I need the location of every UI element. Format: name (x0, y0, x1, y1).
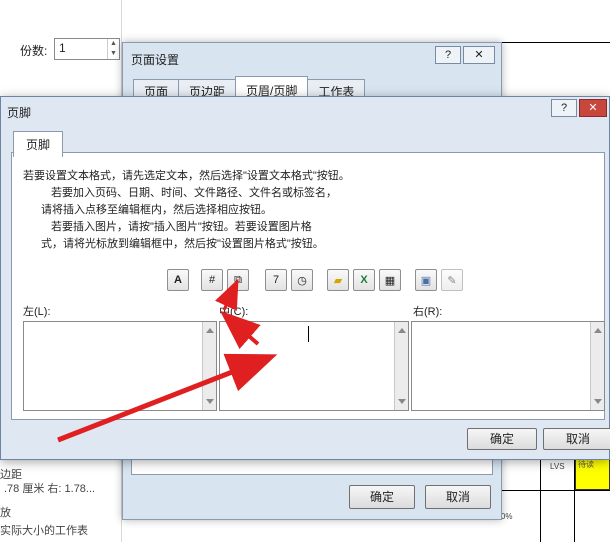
calendar-icon: 7 (272, 274, 280, 286)
copies-input[interactable]: 1 ▲ ▼ (54, 38, 120, 60)
scroll-up-icon[interactable] (398, 328, 406, 333)
center-section-input[interactable] (219, 321, 409, 411)
scroll-up-icon[interactable] (206, 328, 214, 333)
scroll-down-icon[interactable] (594, 399, 602, 404)
sheet-cell: LVS (550, 462, 565, 471)
ok-button[interactable]: 确定 (349, 485, 415, 509)
instruction-line: 若要设置文本格式，请先选定文本，然后选择"设置文本格式"按钮。 (23, 170, 350, 182)
format-text-icon: A (174, 274, 182, 286)
sheet-tab-icon: ▦ (384, 274, 396, 287)
insert-picture-button[interactable]: ▣ (415, 269, 437, 291)
center-section-label: 中(C): (219, 306, 249, 318)
scrollbar[interactable] (202, 322, 216, 410)
insert-file-path-button[interactable]: ▰ (327, 269, 349, 291)
copies-spinner[interactable]: ▲ ▼ (107, 39, 119, 59)
close-button[interactable]: ✕ (579, 99, 607, 117)
footer-dialog: 页脚 ? ✕ 页脚 若要设置文本格式，请先选定文本，然后选择"设置文本格式"按钮… (0, 96, 610, 460)
insert-page-number-button[interactable]: # (201, 269, 223, 291)
page-count-icon: ⧉ (234, 273, 242, 286)
left-section-input[interactable] (23, 321, 217, 411)
format-text-button[interactable]: A (167, 269, 189, 291)
cancel-button[interactable]: 取消 (425, 485, 491, 509)
scroll-down-icon[interactable] (206, 399, 214, 404)
highlight-cell: 待读 (575, 456, 610, 490)
scrollbar[interactable] (590, 322, 604, 410)
text-cursor (308, 326, 309, 342)
scale-text[interactable]: 实际大小的工作表 (0, 522, 88, 538)
sheet-gridline (500, 490, 610, 491)
right-section-input[interactable] (411, 321, 605, 411)
left-section-label: 左(L): (23, 306, 51, 318)
ok-button[interactable]: 确定 (467, 428, 537, 450)
sheet-gridline (540, 456, 541, 542)
format-picture-button[interactable]: ✎ (441, 269, 463, 291)
scrollbar[interactable] (394, 322, 408, 410)
cancel-button[interactable]: 取消 (543, 428, 610, 450)
picture-icon: ▣ (420, 274, 432, 287)
instruction-line: 若要加入页码、日期、时间、文件路径、文件名或标签名， (51, 187, 337, 199)
instruction-line: 若要插入图片，请按"插入图片"按钮。若要设置图片格 (51, 221, 312, 233)
margin-text[interactable]: .78 厘米 右: 1.78... (4, 480, 95, 496)
insert-time-button[interactable]: ◷ (291, 269, 313, 291)
help-button[interactable]: ? (435, 46, 461, 64)
copies-label: 份数: (20, 44, 48, 58)
tab-footer[interactable]: 页脚 (13, 131, 64, 157)
copies-value: 1 (59, 41, 66, 55)
footer-dialog-title: 页脚 (7, 106, 32, 120)
page-number-icon: # (208, 274, 216, 286)
instruction-line: 请将插入点移至编辑框内，然后选择相应按钮。 (41, 204, 272, 216)
insert-date-button[interactable]: 7 (265, 269, 287, 291)
instruction-line: 式，请将光标放到编辑框中，然后按"设置图片格式"按钮。 (41, 238, 324, 250)
format-picture-icon: ✎ (447, 274, 457, 287)
folder-icon: ▰ (333, 274, 343, 287)
close-button[interactable]: ✕ (463, 46, 495, 64)
insert-file-name-button[interactable]: X (353, 269, 375, 291)
insert-page-count-button[interactable]: ⧉ (227, 269, 249, 291)
scale-label: 放 (0, 507, 11, 519)
clock-icon: ◷ (297, 274, 307, 287)
scroll-down-icon[interactable] (398, 399, 406, 404)
excel-file-icon: X (360, 274, 368, 286)
scroll-up-icon[interactable] (594, 328, 602, 333)
right-section-label: 右(R): (413, 306, 443, 318)
insert-sheet-name-button[interactable]: ▦ (379, 269, 401, 291)
help-button[interactable]: ? (551, 99, 577, 117)
page-setup-title: 页面设置 (131, 53, 180, 67)
